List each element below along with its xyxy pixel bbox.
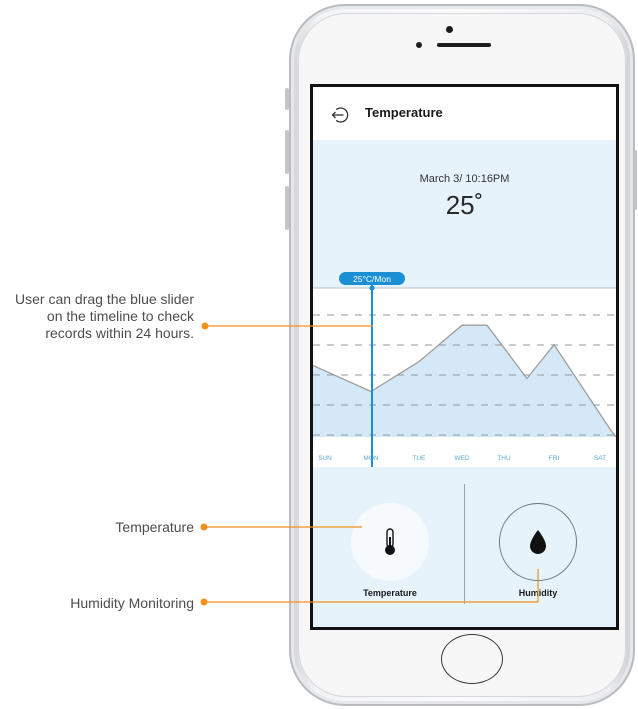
slider-annotation: User can drag the blue slider on the tim… xyxy=(15,291,194,341)
reading-datetime: March 3/ 10:16PM xyxy=(419,173,510,185)
current-reading-panel: March 3/ 10:16PM 25˚ xyxy=(313,140,616,286)
chart-x-tick-label: SAT xyxy=(594,455,606,462)
timeline-slider-label: 25°C/Mon xyxy=(353,274,391,284)
chart-x-tick-label: SUN xyxy=(318,455,332,462)
reading-temperature: 25˚ xyxy=(445,190,484,220)
back-arrow-icon[interactable] xyxy=(331,106,349,124)
chart-x-tick-label: MON xyxy=(363,455,378,462)
chart-x-tick-label: TUE xyxy=(413,455,427,462)
mute-switch xyxy=(285,88,289,110)
temperature-timeline-chart[interactable]: 25°C/Mon SUN MON TUE WED THU FRI SAT xyxy=(313,267,616,467)
timeline-slider-handle xyxy=(369,285,375,291)
home-button[interactable] xyxy=(441,634,503,684)
chart-x-tick-label: THU xyxy=(497,455,511,462)
app-screen: Temperature March 3/ 10:16PM 25˚ 25°C/Mo… xyxy=(310,84,619,630)
speaker-grille xyxy=(437,43,491,47)
temperature-button-label: Temperature xyxy=(363,588,417,598)
sensor-icon xyxy=(416,42,422,48)
humidity-button[interactable] xyxy=(499,503,577,581)
water-drop-icon xyxy=(530,530,546,554)
page-title: Temperature xyxy=(365,105,443,120)
chart-x-tick-label: WED xyxy=(454,455,469,462)
temperature-annotation: Temperature xyxy=(115,519,194,535)
thermometer-icon xyxy=(385,528,395,555)
power-button xyxy=(634,150,637,210)
controls-divider xyxy=(464,484,465,604)
humidity-button-label: Humidity xyxy=(518,588,558,598)
humidity-annotation: Humidity Monitoring xyxy=(70,595,194,611)
volume-up-button xyxy=(285,130,289,174)
volume-down-button xyxy=(285,186,289,230)
mode-selector: Temperature Humidity xyxy=(313,467,616,627)
chart-x-tick-label: FRI xyxy=(549,455,560,462)
app-header: Temperature xyxy=(313,87,616,140)
temperature-button[interactable] xyxy=(351,503,429,581)
camera-icon xyxy=(446,26,453,33)
